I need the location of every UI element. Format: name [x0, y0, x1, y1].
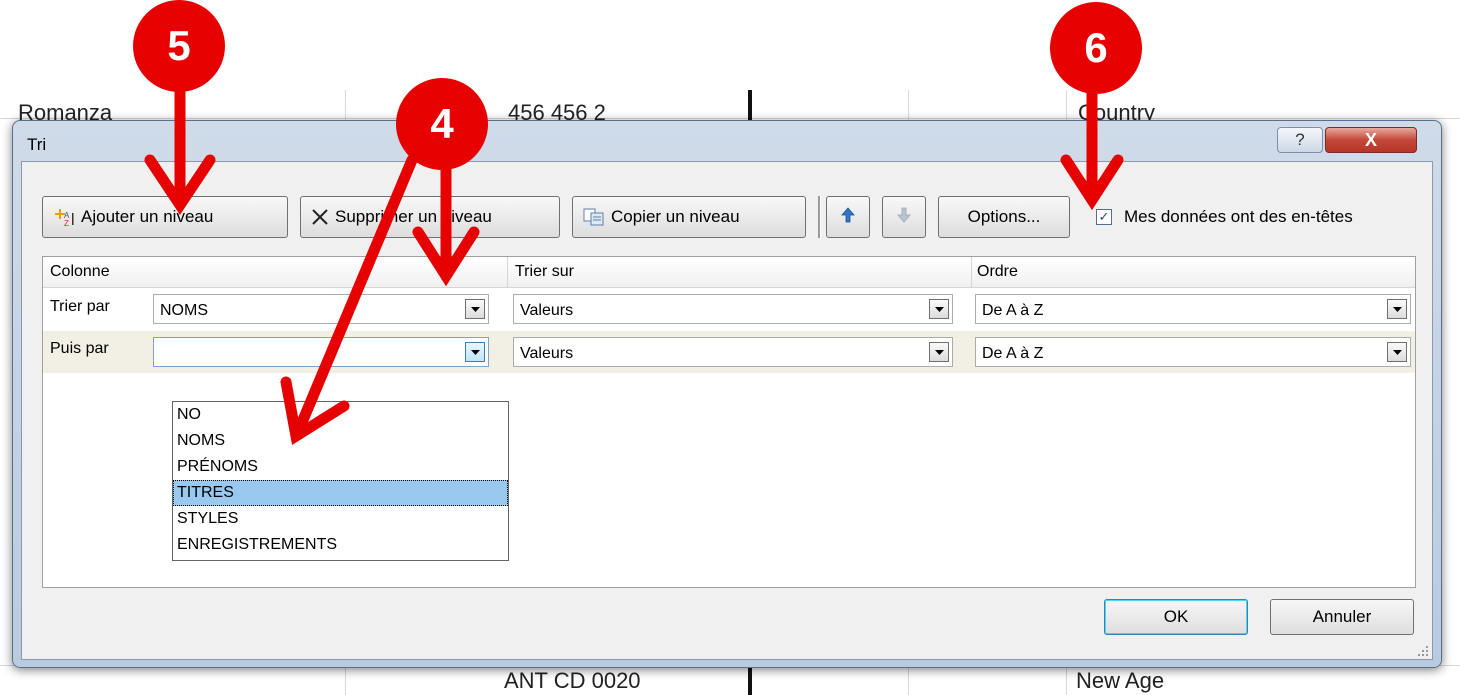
chevron-down-icon[interactable] [1387, 342, 1407, 362]
dialog-body: A Z Ajouter un niveau Supprimer un nivea… [21, 161, 1433, 660]
headers-checkbox-label: Mes données ont des en-têtes [1124, 207, 1353, 226]
header-sort-on: Trier sur [515, 263, 574, 280]
copy-level-label: Copier un niveau [611, 207, 740, 226]
arrow-down-icon [897, 207, 911, 228]
annotation-badge-5: 5 [133, 0, 225, 92]
chevron-down-icon[interactable] [465, 299, 485, 319]
sort-dialog: Tri ? X A Z Ajouter un niveau Supprimer … [12, 120, 1442, 668]
options-label: Options... [967, 207, 1041, 226]
chevron-down-icon[interactable] [929, 342, 949, 362]
options-button[interactable]: Options... [938, 196, 1070, 238]
row-label: Puis par [50, 340, 109, 357]
order-value: De A à Z [982, 345, 1044, 362]
chevron-down-icon[interactable] [465, 342, 485, 362]
sort-on-select[interactable]: Valeurs [513, 337, 953, 367]
column-dropdown-list: NO NOMS PRÉNOMS TITRES STYLES ENREGISTRE… [172, 401, 509, 561]
grid-line [0, 118, 1460, 119]
column-value: NOMS [160, 302, 208, 319]
header-column: Colonne [50, 263, 110, 280]
sheet-cell: ANT CD 0020 [504, 668, 641, 693]
order-select[interactable]: De A à Z [975, 337, 1411, 367]
arrow-up-icon [841, 206, 855, 228]
dropdown-option[interactable]: PRÉNOMS [173, 454, 508, 480]
delete-level-button[interactable]: Supprimer un niveau [300, 196, 560, 238]
order-value: De A à Z [982, 302, 1044, 319]
column-select[interactable]: NOMS [153, 294, 489, 324]
header-divider [971, 257, 972, 287]
chevron-down-icon[interactable] [1387, 299, 1407, 319]
dropdown-option-highlighted[interactable]: TITRES [173, 480, 508, 506]
headers-checkbox[interactable]: ✓ [1096, 209, 1112, 225]
header-order: Ordre [977, 263, 1018, 280]
dropdown-option[interactable]: NOMS [173, 428, 508, 454]
dialog-title: Tri [27, 135, 47, 154]
sort-level-row[interactable]: Puis par Valeurs De A à Z [43, 331, 1415, 373]
help-button[interactable]: ? [1277, 127, 1323, 153]
sheet-cell: New Age [1076, 668, 1165, 693]
row-label: Trier par [50, 298, 110, 315]
sort-level-row[interactable]: Trier par NOMS Valeurs De A à Z [43, 289, 1415, 331]
dropdown-option[interactable]: ENREGISTREMENTS [173, 532, 508, 558]
close-button[interactable]: X [1325, 127, 1417, 153]
resize-grip-icon[interactable] [1417, 644, 1429, 656]
order-select[interactable]: De A à Z [975, 294, 1411, 324]
svg-text:Z: Z [64, 219, 69, 227]
toolbar-separator [818, 196, 821, 238]
header-divider [507, 257, 508, 287]
annotation-badge-4: 4 [396, 78, 488, 170]
annotation-badge-6: 6 [1050, 2, 1142, 94]
add-level-label: Ajouter un niveau [81, 207, 214, 226]
ok-button[interactable]: OK [1104, 599, 1248, 635]
copy-icon [583, 208, 605, 226]
copy-level-button[interactable]: Copier un niveau [572, 196, 806, 238]
delete-level-label: Supprimer un niveau [335, 207, 492, 226]
sort-levels-grid: Colonne Trier sur Ordre Trier par NOMS V… [42, 256, 1416, 588]
add-level-button[interactable]: A Z Ajouter un niveau [42, 196, 288, 238]
delete-icon [311, 208, 329, 226]
grid-header: Colonne Trier sur Ordre [43, 257, 1415, 288]
headers-checkbox-row[interactable]: ✓ Mes données ont des en-têtes [1096, 207, 1353, 227]
sort-on-value: Valeurs [520, 345, 574, 362]
column-select[interactable] [153, 337, 489, 367]
move-up-button[interactable] [826, 196, 870, 238]
sort-on-value: Valeurs [520, 302, 574, 319]
sort-on-select[interactable]: Valeurs [513, 294, 953, 324]
move-down-button[interactable] [882, 196, 926, 238]
cancel-button[interactable]: Annuler [1270, 599, 1414, 635]
dialog-titlebar[interactable]: Tri ? X [13, 121, 1441, 161]
chevron-down-icon[interactable] [929, 299, 949, 319]
dropdown-option[interactable]: STYLES [173, 506, 508, 532]
add-level-icon: A Z [53, 207, 75, 227]
dropdown-option[interactable]: NO [173, 402, 508, 428]
